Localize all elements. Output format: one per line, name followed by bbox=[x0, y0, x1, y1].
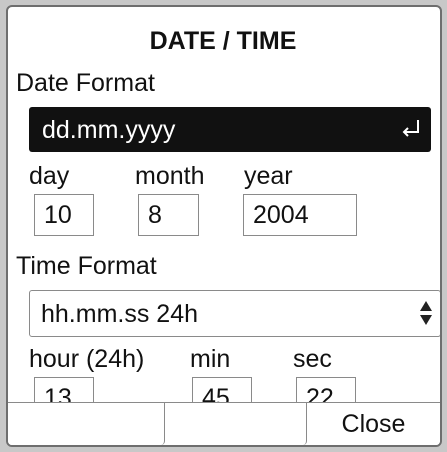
year-label: year bbox=[244, 162, 293, 190]
softkey-left[interactable] bbox=[8, 403, 165, 445]
time-format-select[interactable]: hh.mm.ss 24h bbox=[29, 290, 440, 337]
time-format-value: hh.mm.ss 24h bbox=[41, 300, 199, 328]
date-format-value: dd.mm.yyyy bbox=[42, 116, 176, 144]
dialog-title: DATE / TIME bbox=[149, 27, 297, 55]
date-time-dialog: DATE / TIME Date Format dd.mm.yyyy day m… bbox=[6, 5, 442, 447]
sec-label: sec bbox=[293, 345, 332, 373]
date-format-select[interactable]: dd.mm.yyyy bbox=[29, 107, 431, 152]
day-value: 10 bbox=[44, 201, 72, 229]
time-format-label: Time Format bbox=[16, 252, 157, 280]
month-value: 8 bbox=[148, 201, 162, 229]
hour-label: hour (24h) bbox=[29, 345, 145, 373]
day-field[interactable]: 10 bbox=[34, 194, 94, 236]
year-field[interactable]: 2004 bbox=[243, 194, 357, 236]
month-label: month bbox=[135, 162, 205, 190]
date-format-label: Date Format bbox=[16, 69, 155, 97]
softkey-bar: Close bbox=[8, 402, 440, 445]
day-label: day bbox=[29, 162, 70, 190]
year-value: 2004 bbox=[253, 201, 309, 229]
enter-return-icon bbox=[401, 119, 421, 142]
month-field[interactable]: 8 bbox=[138, 194, 199, 236]
close-button[interactable]: Close bbox=[307, 403, 440, 445]
up-down-arrows-icon bbox=[419, 300, 433, 331]
min-label: min bbox=[190, 345, 231, 373]
softkey-middle[interactable] bbox=[165, 403, 307, 445]
